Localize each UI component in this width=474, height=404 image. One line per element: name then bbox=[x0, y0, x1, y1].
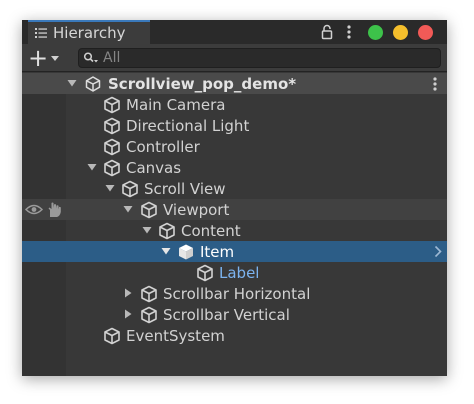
cube-icon bbox=[103, 327, 121, 345]
close-window-button[interactable] bbox=[368, 25, 383, 40]
cube-icon bbox=[121, 180, 139, 198]
tree-item-directional-light[interactable]: Directional Light bbox=[22, 115, 447, 136]
tree-item-label: Content bbox=[181, 222, 241, 240]
tree-item-label: Scroll View bbox=[144, 180, 226, 198]
hierarchy-window: Hierarchy + All Scrollview_pop_demo* Mai… bbox=[22, 20, 447, 376]
tree-item-label: Viewport bbox=[163, 201, 230, 219]
cube-icon bbox=[140, 201, 158, 219]
hierarchy-toolbar: + bbox=[22, 44, 447, 72]
tree-item-label: Label bbox=[219, 264, 260, 282]
title-bar: Hierarchy bbox=[22, 20, 447, 44]
tree-item-label: Canvas bbox=[126, 159, 182, 177]
tree-item-label: Scrollbar Vertical bbox=[163, 306, 290, 324]
tree-item-label: Scrollbar Horizontal bbox=[163, 285, 311, 303]
tree-item-scroll-view[interactable]: Scroll View bbox=[22, 178, 447, 199]
hierarchy-tree: Scrollview_pop_demo* Main Camera Directi… bbox=[22, 73, 447, 376]
minimize-window-button[interactable] bbox=[393, 25, 408, 40]
scene-menu-icon[interactable] bbox=[432, 76, 438, 92]
fold-arrow-expanded-icon[interactable] bbox=[123, 204, 133, 214]
panel-menu-icon[interactable] bbox=[346, 24, 352, 40]
chevron-right-icon[interactable] bbox=[434, 245, 442, 258]
lock-icon[interactable] bbox=[321, 24, 333, 40]
fold-arrow-expanded-icon[interactable] bbox=[105, 183, 115, 193]
tree-item-main-camera[interactable]: Main Camera bbox=[22, 94, 447, 115]
fold-arrow-collapsed-icon[interactable] bbox=[123, 288, 133, 298]
cube-icon bbox=[103, 117, 121, 135]
eye-icon[interactable] bbox=[25, 203, 43, 216]
tree-item-label-node[interactable]: Label bbox=[22, 262, 447, 283]
tree-item-viewport[interactable]: Viewport bbox=[22, 199, 447, 220]
tree-item-canvas[interactable]: Canvas bbox=[22, 157, 447, 178]
fold-arrow-expanded-icon[interactable] bbox=[87, 162, 97, 172]
scene-name: Scrollview_pop_demo* bbox=[108, 75, 297, 93]
row-hover-highlight bbox=[22, 199, 447, 220]
cube-icon bbox=[103, 138, 121, 156]
tree-item-scrollbar-horizontal[interactable]: Scrollbar Horizontal bbox=[22, 283, 447, 304]
fold-arrow-expanded-icon[interactable] bbox=[142, 225, 152, 235]
search-icon[interactable] bbox=[83, 51, 99, 65]
cube-icon bbox=[103, 159, 121, 177]
tree-item-controller[interactable]: Controller bbox=[22, 136, 447, 157]
pick-hand-icon[interactable] bbox=[46, 201, 62, 218]
plus-icon: + bbox=[28, 44, 49, 72]
search-input[interactable] bbox=[103, 50, 423, 66]
scene-row[interactable]: Scrollview_pop_demo* bbox=[22, 73, 447, 94]
tree-item-label: Controller bbox=[126, 138, 200, 156]
tab-title: Hierarchy bbox=[53, 24, 126, 42]
tree-item-item[interactable]: Item bbox=[22, 241, 447, 262]
fold-arrow-expanded-icon[interactable] bbox=[161, 246, 171, 256]
zoom-window-button[interactable] bbox=[418, 25, 433, 40]
cube-icon bbox=[140, 285, 158, 303]
cube-icon bbox=[140, 306, 158, 324]
chevron-down-icon bbox=[51, 55, 60, 61]
tree-item-label: EventSystem bbox=[126, 327, 225, 345]
fold-arrow-expanded-icon[interactable] bbox=[67, 78, 77, 88]
create-dropdown-button[interactable]: + bbox=[28, 44, 66, 72]
tree-item-label: Item bbox=[200, 243, 235, 261]
list-icon bbox=[35, 28, 47, 38]
tree-item-scrollbar-vertical[interactable]: Scrollbar Vertical bbox=[22, 304, 447, 325]
cube-filled-icon bbox=[177, 243, 195, 261]
cube-icon bbox=[196, 264, 214, 282]
tree-item-eventsystem[interactable]: EventSystem bbox=[22, 325, 447, 346]
tree-item-content[interactable]: Content bbox=[22, 220, 447, 241]
tab-hierarchy[interactable]: Hierarchy bbox=[28, 20, 150, 44]
unity-logo-icon bbox=[85, 76, 101, 92]
tree-item-label: Directional Light bbox=[126, 117, 250, 135]
row-selection-highlight bbox=[22, 241, 447, 262]
tree-item-label: Main Camera bbox=[126, 96, 226, 114]
search-box[interactable] bbox=[78, 48, 441, 68]
cube-icon bbox=[158, 222, 176, 240]
fold-arrow-collapsed-icon[interactable] bbox=[123, 309, 133, 319]
cube-icon bbox=[103, 96, 121, 114]
